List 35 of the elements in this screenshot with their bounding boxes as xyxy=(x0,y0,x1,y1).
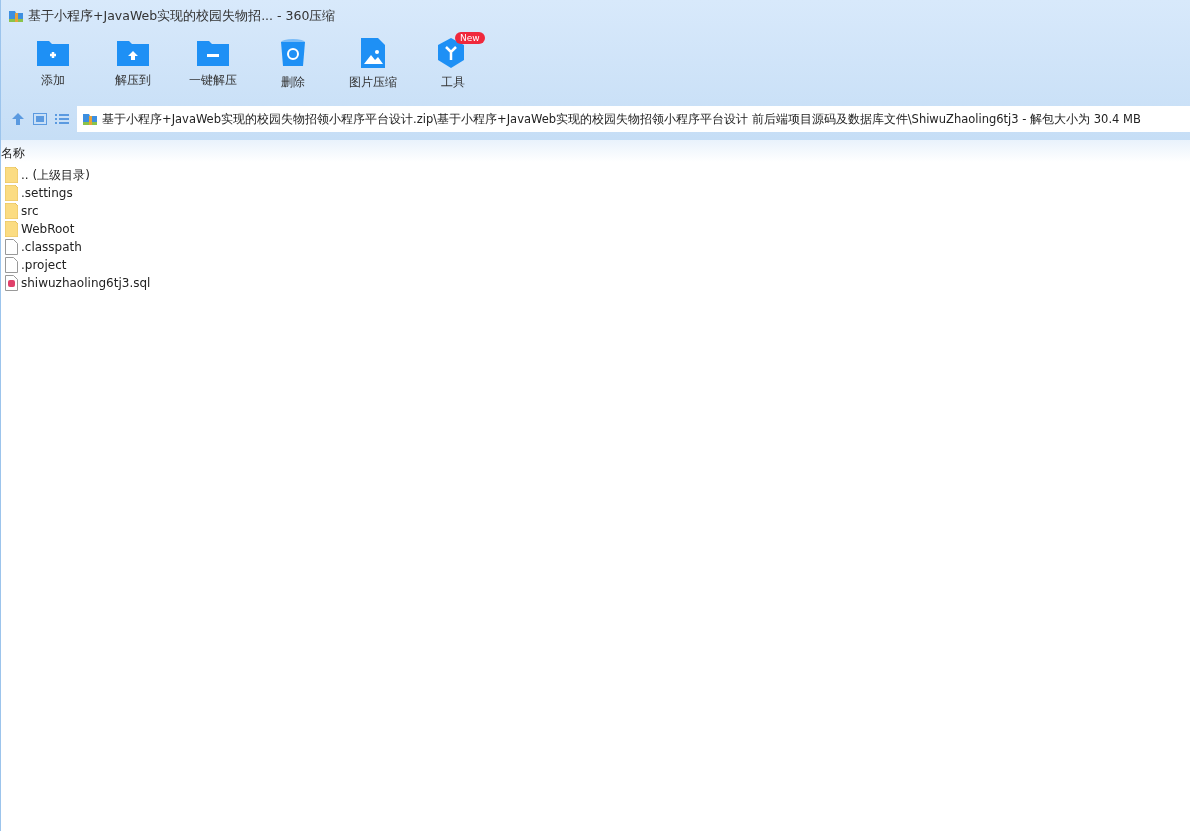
recycle-bin-icon xyxy=(280,38,306,68)
file-icon xyxy=(5,257,18,273)
toolbar-button[interactable]: 添加 xyxy=(13,32,93,89)
thumbnail-view-icon[interactable] xyxy=(33,113,47,125)
toolbar-button[interactable]: 删除 xyxy=(253,32,333,91)
toolbar-button[interactable]: 图片压缩 xyxy=(333,32,413,91)
file-name[interactable]: .. (上级目录) xyxy=(21,166,90,184)
column-header[interactable]: 名称 xyxy=(1,145,25,162)
toolbar-button[interactable]: New 工具 xyxy=(413,32,493,91)
file-name[interactable]: WebRoot xyxy=(21,222,75,236)
folder-icon xyxy=(5,185,18,201)
file-name[interactable]: src xyxy=(21,204,39,218)
folder-icon xyxy=(5,203,18,219)
toolbar-button[interactable]: 一键解压 xyxy=(173,32,253,89)
image-file-icon xyxy=(361,38,385,68)
folder-plus-icon xyxy=(37,38,69,66)
address-bar[interactable]: 基于小程序+JavaWeb实现的校园失物招领小程序平台设计.zip\基于小程序+JavaWeb实现的校园失物招领小程序平台设计 前后端项目源码及数据库文件\ShiwuZhaoling6tj3 - 解包大小为 30.4 MB xyxy=(77,106,1190,132)
window-title: 基于小程序+JavaWeb实现的校园失物招... - 360压缩 xyxy=(28,7,336,25)
address-path: 基于小程序+JavaWeb实现的校园失物招领小程序平台设计.zip\基于小程序+JavaWeb实现的校园失物招领小程序平台设计 前后端项目源码及数据库文件\ShiwuZhaoling6tj3 - 解包大小为 30.4 MB xyxy=(102,111,1141,127)
file-name[interactable]: .project xyxy=(21,258,67,272)
file-name[interactable]: .settings xyxy=(21,186,73,200)
folder-upload-icon xyxy=(117,38,149,66)
archive-icon xyxy=(8,8,24,24)
list-view-icon[interactable] xyxy=(55,113,69,125)
archive-icon xyxy=(82,111,98,127)
database-file-icon xyxy=(5,275,18,291)
toolbar-button[interactable]: 解压到 xyxy=(93,32,173,89)
file-name[interactable]: shiwuzhaoling6tj3.sql xyxy=(21,276,151,290)
file-name[interactable]: .classpath xyxy=(21,240,82,254)
up-arrow-icon[interactable] xyxy=(11,112,25,126)
file-icon xyxy=(5,239,18,255)
new-badge: New xyxy=(455,32,485,44)
folder-icon xyxy=(5,221,18,237)
folder-icon xyxy=(5,167,18,183)
folder-minus-icon xyxy=(197,38,229,66)
